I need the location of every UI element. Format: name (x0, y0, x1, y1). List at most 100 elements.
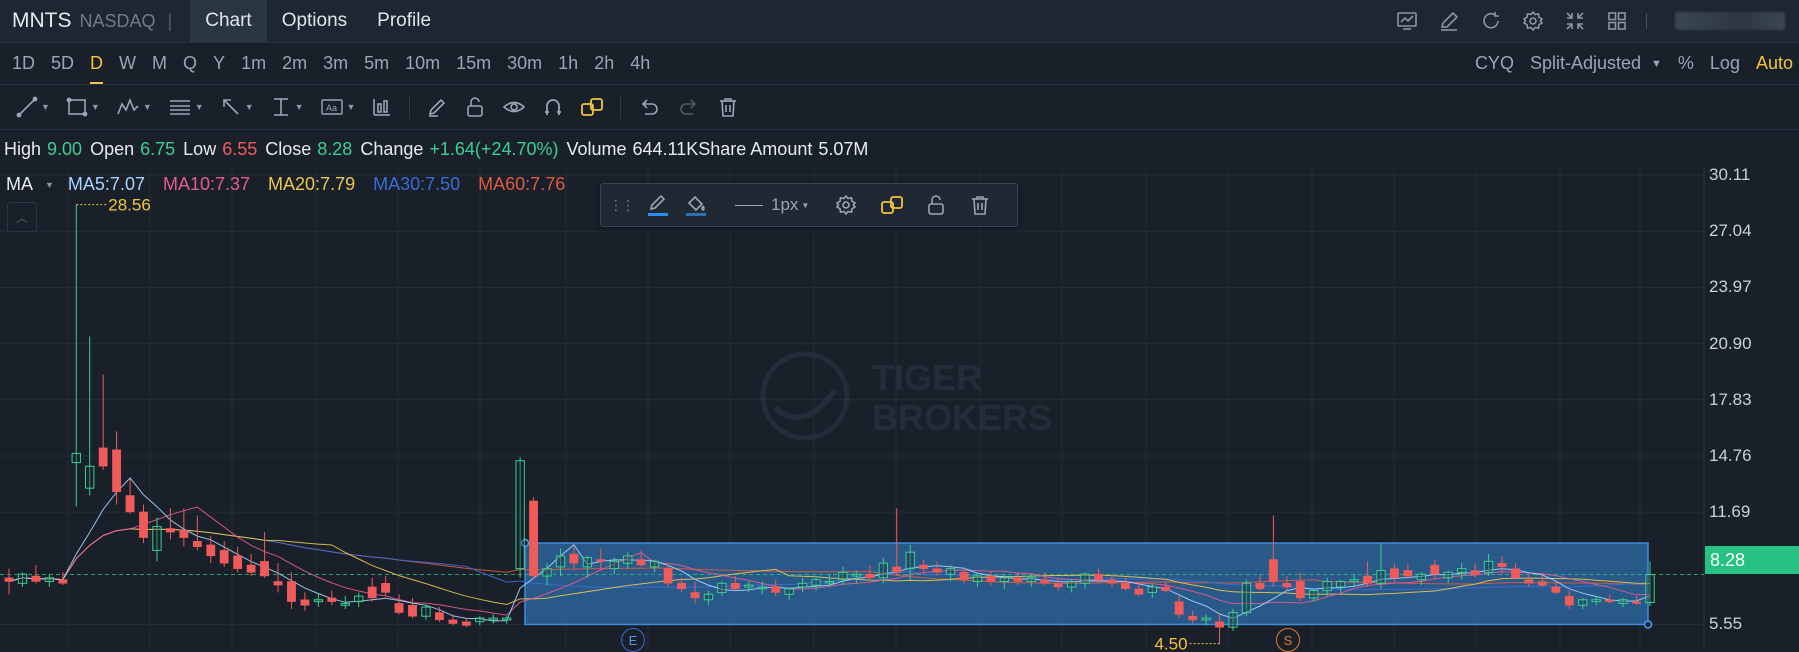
sync-drawing-tool[interactable] (580, 96, 604, 118)
watermark-line2: BROKERS (872, 397, 1052, 438)
timeframe-d[interactable]: D (90, 53, 104, 84)
compress-icon[interactable] (1562, 8, 1588, 34)
log-toggle[interactable]: Log (1710, 53, 1740, 74)
timeframe-5d[interactable]: 5D (51, 53, 74, 74)
fibonacci-tool[interactable]: ▼ (168, 96, 204, 118)
undo-button[interactable] (637, 96, 661, 118)
collapse-indicator-button[interactable]: ︿ (7, 202, 37, 232)
timeframe-5m[interactable]: 5m (364, 53, 389, 74)
candle-body (1309, 590, 1319, 599)
candle-body (1483, 560, 1494, 573)
top-bar: MNTS NASDAQ | Chart Options Profile (0, 0, 1799, 42)
bar-chart-icon (373, 99, 391, 116)
candle-body (717, 582, 727, 593)
svg-text:Aa: Aa (326, 103, 337, 113)
timeframe-1h[interactable]: 1h (558, 53, 578, 74)
rectangle-icon (66, 97, 88, 117)
drag-handle-icon[interactable]: ⋮⋮ (609, 197, 635, 214)
magnet-tool[interactable] (542, 96, 564, 118)
trash-icon[interactable] (967, 192, 993, 218)
line-color-icon[interactable] (645, 192, 671, 218)
link-squares-icon[interactable] (879, 192, 905, 218)
timeframe-15m[interactable]: 15m (456, 53, 491, 74)
candle-body (878, 562, 888, 579)
text-tool[interactable]: Aa ▼ (320, 96, 355, 118)
timeframe-w[interactable]: W (119, 53, 136, 74)
ma-indicator-dropdown[interactable]: MA ▼ (6, 174, 54, 195)
timeframe-1m[interactable]: 1m (241, 53, 266, 74)
timeframe-30m[interactable]: 30m (507, 53, 542, 74)
timeframe-2m[interactable]: 2m (282, 53, 307, 74)
stroke-width-dropdown[interactable]: 1px ▼ (735, 195, 809, 215)
candle (152, 517, 162, 562)
candle-body (811, 579, 821, 586)
candle (192, 515, 202, 551)
event-marker-e[interactable]: E (621, 628, 645, 652)
rectangle-tool[interactable]: ▼ (66, 96, 100, 118)
candle-body (1578, 599, 1588, 606)
candle (125, 479, 135, 514)
candle-body (246, 564, 256, 573)
candle (112, 431, 122, 505)
candle (139, 504, 148, 544)
redo-button[interactable] (677, 96, 701, 118)
timeframe-q[interactable]: Q (183, 53, 197, 74)
refresh-icon[interactable] (1478, 8, 1504, 34)
timeframe-2h[interactable]: 2h (594, 53, 614, 74)
candle-body (273, 581, 283, 586)
grid-icon[interactable] (1604, 8, 1630, 34)
adjust-dropdown[interactable]: Split-Adjusted ▼ (1530, 53, 1662, 74)
timeframe-10m[interactable]: 10m (405, 53, 440, 74)
candle-body (1470, 570, 1480, 575)
lock-tool[interactable] (464, 96, 486, 118)
timeframe-y[interactable]: Y (213, 53, 225, 74)
pencil-tool[interactable] (426, 96, 448, 118)
edit-icon[interactable] (1436, 8, 1462, 34)
candle-body (192, 540, 202, 547)
timeframe-3m[interactable]: 3m (323, 53, 348, 74)
candle-body (1363, 575, 1372, 584)
candle-body (1524, 579, 1534, 584)
chart-icon[interactable] (1394, 8, 1420, 34)
timeframe-m[interactable]: M (152, 53, 167, 74)
candle-body (515, 460, 525, 570)
price-axis[interactable]: 30.11 27.04 23.97 20.90 17.83 14.76 11.69 5.55 (1704, 165, 1799, 651)
pencil-icon (429, 98, 446, 117)
caret-down-icon: ▼ (801, 200, 810, 210)
arrow-tool[interactable]: ▼ (220, 96, 254, 118)
symbol-label: MNTS (12, 9, 72, 32)
settings-icon[interactable] (833, 192, 859, 218)
change-label: Change (360, 138, 424, 159)
candle-body (1335, 580, 1346, 588)
tab-chart[interactable]: Chart (190, 0, 267, 42)
unlock-icon[interactable] (923, 192, 949, 218)
candle-body (596, 559, 606, 562)
candle (394, 594, 404, 615)
measure-tool[interactable]: ▼ (270, 96, 304, 118)
candle-body (582, 557, 593, 568)
event-marker-s[interactable]: S (1276, 628, 1300, 652)
candle-body (542, 568, 552, 577)
pattern-tool[interactable]: ▼ (116, 96, 152, 118)
candle (287, 572, 296, 609)
candle-body (1632, 601, 1641, 604)
tab-options[interactable]: Options (267, 0, 362, 42)
cyq-toggle[interactable]: CYQ (1475, 53, 1514, 74)
percent-toggle[interactable]: % (1678, 53, 1694, 74)
delete-drawings-button[interactable] (717, 96, 739, 118)
timeframe-4h[interactable]: 4h (630, 53, 650, 74)
fill-color-icon[interactable] (683, 192, 709, 218)
visibility-tool[interactable] (502, 96, 526, 118)
timeframe-1d[interactable]: 1D (12, 53, 35, 74)
line-tool[interactable]: ▼ (16, 96, 50, 118)
tab-profile[interactable]: Profile (362, 0, 446, 42)
candle-body (1066, 580, 1077, 588)
price-chart[interactable]: TIGER BROKERS 28.56 4.50 (0, 168, 1799, 651)
gear-icon[interactable] (1520, 8, 1546, 34)
ma30-value: MA30:7.50 (373, 174, 461, 194)
account-name-blurred[interactable] (1675, 12, 1785, 30)
auto-toggle[interactable]: Auto (1756, 53, 1793, 74)
candle (85, 336, 95, 496)
indicator-tool[interactable] (371, 96, 393, 118)
candle-body (488, 617, 498, 621)
